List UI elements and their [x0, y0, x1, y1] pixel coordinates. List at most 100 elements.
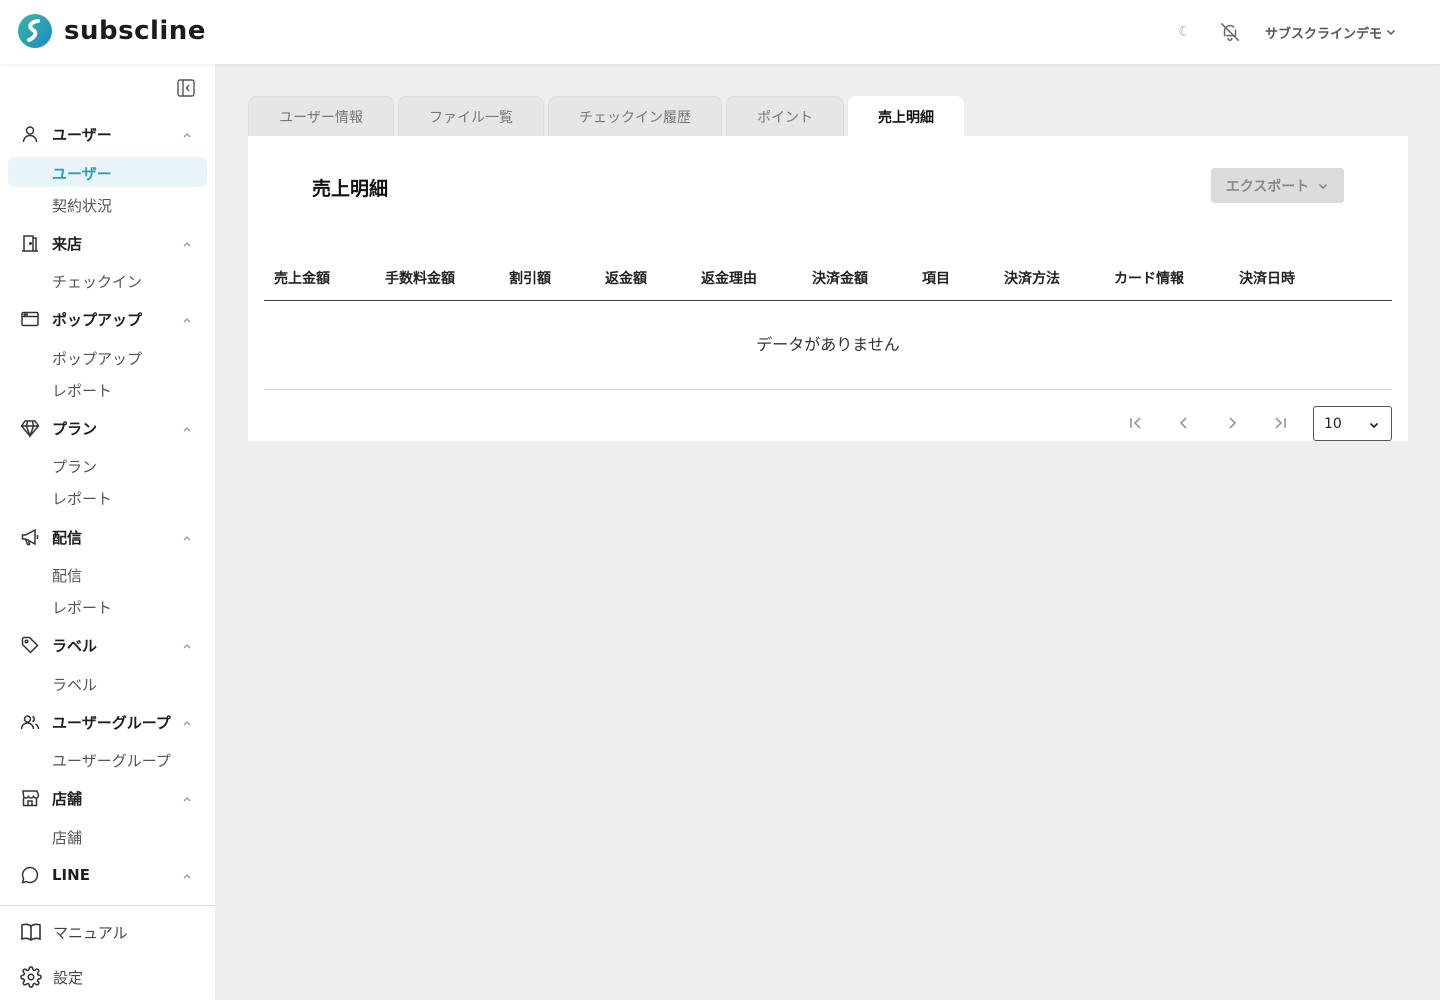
chevron-down-icon [1369, 422, 1379, 429]
prev-page-icon[interactable] [1175, 414, 1193, 432]
sidebar-item-label-text: ラベル [52, 676, 98, 694]
export-button-label: エクスポート [1225, 178, 1310, 195]
sidebar-item-settings[interactable]: 設定 [0, 961, 215, 991]
theme-toggle-icon[interactable]: ☾ [1178, 24, 1191, 40]
sidebar-footer-label: マニュアル [53, 924, 128, 942]
sidebar-group-label: 店舗 [52, 789, 83, 808]
export-button[interactable]: エクスポート [1211, 168, 1344, 203]
users-icon [20, 715, 40, 730]
sidebar-group-label: LINE [52, 866, 90, 884]
sidebar-group-label-tag[interactable]: ラベル [0, 630, 215, 660]
notification-off-icon[interactable] [1219, 21, 1241, 43]
column-header[interactable]: 割引額 [509, 268, 551, 288]
sidebar-group-user[interactable]: ユーザー [0, 119, 215, 149]
sidebar-item-label: ユーザー [52, 165, 112, 183]
sidebar-item-store[interactable]: 店舗 [8, 821, 207, 851]
chevron-up-icon [183, 536, 191, 541]
column-header[interactable]: 手数料金額 [385, 268, 455, 288]
chevron-down-icon [1319, 183, 1328, 189]
table-header: 売上金額 手数料金額 割引額 返金額 返金理由 決済金額 項目 決済方法 カード… [264, 256, 1392, 301]
gem-icon [20, 420, 40, 438]
sidebar-item-delivery[interactable]: 配信 [8, 559, 207, 589]
sidebar-group-user-group[interactable]: ユーザーグループ [0, 707, 215, 737]
account-name: サブスクラインデモ [1264, 26, 1382, 42]
sidebar-item-contract-status[interactable]: 契約状況 [8, 189, 207, 219]
last-page-icon[interactable] [1271, 414, 1289, 432]
app-header: subscline ☾ サブスクラインデモ [0, 0, 1440, 64]
column-header[interactable]: 決済金額 [812, 268, 868, 288]
window-icon [21, 311, 39, 327]
megaphone-icon [21, 528, 39, 546]
chevron-up-icon [183, 318, 191, 323]
sidebar-group-delivery[interactable]: 配信 [0, 522, 215, 552]
sidebar-collapse-icon[interactable] [176, 78, 196, 98]
chevron-up-icon [183, 427, 191, 432]
tab-file-list[interactable]: ファイル一覧 [398, 96, 544, 136]
sidebar-item-label: ユーザーグループ [52, 752, 171, 770]
chat-bubble-icon [21, 866, 39, 884]
sidebar-item-label: チェックイン [52, 273, 143, 291]
sidebar-group-label: 来店 [52, 234, 83, 253]
tab-user-info[interactable]: ユーザー情報 [248, 96, 394, 136]
chevron-up-icon [183, 644, 191, 649]
sidebar-group-label: ポップアップ [52, 310, 143, 329]
sidebar-item-checkin[interactable]: チェックイン [8, 265, 207, 295]
rows-per-page-value: 10 [1324, 416, 1342, 432]
chevron-up-icon [183, 797, 191, 802]
tag-icon [21, 636, 39, 654]
logo-mark-icon [18, 14, 52, 48]
sidebar-footer-label: 設定 [53, 969, 84, 987]
column-header[interactable]: 項目 [922, 268, 950, 288]
sidebar-item-label: レポート [52, 382, 113, 400]
logo[interactable]: subscline [16, 14, 206, 48]
first-page-icon[interactable] [1127, 414, 1145, 432]
sidebar-item-user-group[interactable]: ユーザーグループ [8, 744, 207, 774]
sales-details-panel: 売上明細 エクスポート 売上金額 手数料金額 割引額 返金額 返金理由 決済金額… [248, 136, 1408, 441]
sidebar-item-manual[interactable]: マニュアル [0, 916, 215, 946]
chevron-up-icon [183, 242, 191, 247]
sidebar-item-label: 店舗 [52, 829, 83, 847]
sidebar-item-label: 配信 [52, 567, 83, 585]
sidebar-divider [0, 905, 215, 906]
sidebar-item-popup[interactable]: ポップアップ [8, 342, 207, 372]
column-header[interactable]: 決済方法 [1004, 268, 1060, 288]
sidebar-item-label[interactable]: ラベル [8, 668, 207, 698]
sidebar-group-popup[interactable]: ポップアップ [0, 304, 215, 334]
column-header[interactable]: 決済日時 [1239, 268, 1295, 288]
account-menu[interactable]: サブスクラインデモ [1265, 23, 1396, 42]
sidebar-group-visit[interactable]: 来店 [0, 228, 215, 258]
sidebar-group-label: 配信 [52, 528, 83, 547]
column-header[interactable]: 返金額 [605, 268, 647, 288]
next-page-icon[interactable] [1223, 414, 1241, 432]
chevron-up-icon [183, 133, 191, 138]
sidebar-group-store[interactable]: 店舗 [0, 783, 215, 813]
column-header[interactable]: 売上金額 [274, 268, 330, 288]
store-icon [22, 790, 40, 807]
column-header[interactable]: 返金理由 [701, 268, 757, 288]
sidebar-group-line[interactable]: LINE [0, 860, 215, 890]
sidebar: ユーザー ユーザー 契約状況 来店 チェックイン ポップアップ ポップアップ レ… [0, 64, 215, 1000]
tab-sales-details[interactable]: 売上明細 [848, 96, 964, 136]
chevron-up-icon [183, 874, 191, 879]
sidebar-group-label: プラン [52, 419, 98, 438]
panel-title: 売上明細 [312, 178, 389, 200]
sidebar-item-popup-report[interactable]: レポート [8, 374, 207, 404]
sidebar-item-plan[interactable]: プラン [8, 450, 207, 480]
empty-state-message: データがありません [264, 301, 1392, 390]
sidebar-group-label: ラベル [52, 636, 98, 655]
sidebar-item-plan-report[interactable]: レポート [8, 482, 207, 512]
door-icon [22, 235, 38, 252]
chevron-up-icon [183, 721, 191, 726]
sidebar-group-label: ユーザー [52, 125, 112, 144]
sidebar-item-label: レポート [52, 599, 113, 617]
chevron-down-icon [1386, 29, 1396, 36]
sidebar-item-label: 契約状況 [52, 197, 113, 215]
sidebar-item-delivery-report[interactable]: レポート [8, 591, 207, 621]
sidebar-item-label: プラン [52, 458, 98, 476]
sidebar-group-plan[interactable]: プラン [0, 413, 215, 443]
tab-checkin-history[interactable]: チェックイン履歴 [548, 96, 722, 136]
rows-per-page-select[interactable]: 10 [1313, 406, 1392, 441]
tab-points[interactable]: ポイント [726, 96, 844, 136]
column-header[interactable]: カード情報 [1114, 268, 1184, 288]
sidebar-item-users[interactable]: ユーザー [8, 157, 207, 187]
